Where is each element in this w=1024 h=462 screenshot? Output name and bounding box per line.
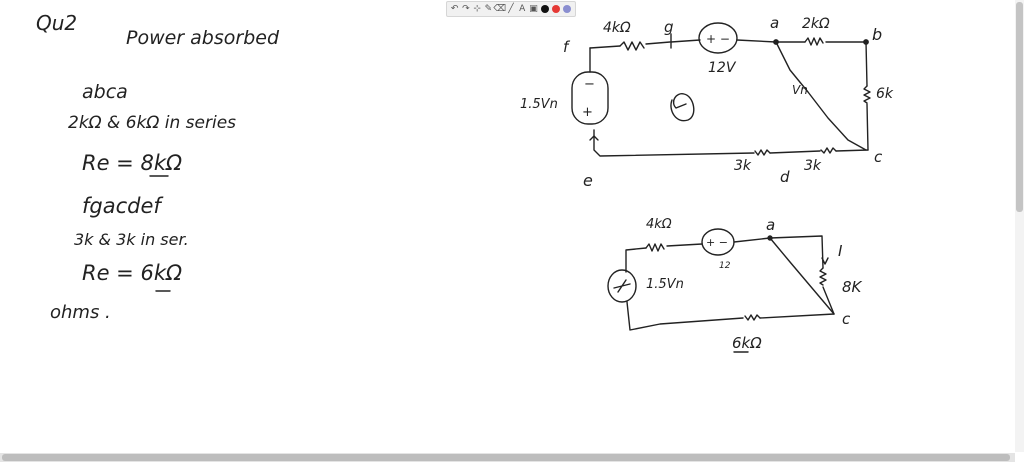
label-r-cd: 3k (804, 158, 822, 174)
circuit-2: 4kΩ + − 12 a I 8K c 1.5Vn 6kΩ (607, 216, 863, 353)
resistor-bc (863, 85, 871, 104)
resistor-bottom (744, 314, 761, 321)
wire-diagonal (775, 41, 867, 151)
label-current: I (838, 242, 843, 260)
notes-title: Power absorbed (126, 27, 280, 49)
label-node-c: c (874, 148, 883, 166)
notes-line-6: Re = 6kΩ (82, 261, 182, 285)
label-node-e: e (583, 171, 593, 190)
resistor-fg (619, 41, 645, 51)
label-node-d: d (780, 168, 790, 186)
label-r-right: 8K (842, 278, 863, 296)
notes-line-4: fgacdef (82, 194, 164, 218)
label-node-a2: a (766, 216, 775, 234)
label-r-fg: 4kΩ (603, 20, 631, 36)
circuit-1: 4kΩ g + − 12V a 2kΩ b f 1.5Vn − + 6k Vn … (520, 14, 894, 190)
loop-current-symbol (670, 93, 695, 122)
resistor-de (754, 149, 771, 156)
label-r-bc: 6k (876, 86, 894, 102)
vertical-scroll-thumb[interactable] (1016, 2, 1023, 212)
label-battery-sign: + − (706, 32, 730, 46)
label-source-value: 1.5Vn (520, 97, 558, 112)
label-r-diag: Vn (792, 83, 808, 97)
label-r-bottom: 6kΩ (732, 334, 762, 352)
label-source2-value: 1.5Vn (646, 277, 684, 292)
label-node-b: b (872, 25, 882, 44)
label-node-a: a (770, 14, 779, 32)
horizontal-scroll-thumb[interactable] (2, 454, 1010, 461)
vertical-scrollbar[interactable] (1015, 0, 1024, 452)
label-battery-12v: 12V (708, 60, 737, 76)
whiteboard-canvas[interactable]: Qu2 Power absorbed abca 2kΩ & 6kΩ in ser… (0, 0, 1024, 462)
label-source-minus: − (584, 77, 595, 92)
notes-heading: Qu2 (36, 11, 77, 35)
notes-line-7: ohms . (50, 302, 111, 323)
notes-line-3: Re = 8kΩ (82, 151, 182, 175)
label-battery2-sign: + − (706, 236, 728, 249)
label-source-plus: + (582, 105, 593, 120)
horizontal-scrollbar[interactable] (0, 453, 1015, 462)
resistor-right (819, 267, 827, 286)
label-r-top: 4kΩ (646, 217, 672, 232)
label-r-de: 3k (734, 158, 752, 174)
label-node-g: g (664, 18, 674, 36)
label-r-ab: 2kΩ (802, 16, 830, 32)
notes-line-2: 2kΩ & 6kΩ in series (68, 113, 236, 133)
resistor-cd (820, 147, 837, 154)
label-battery2-value: 12 (719, 261, 731, 271)
notes-line-1: abca (82, 81, 128, 103)
wire-diagonal-2 (769, 237, 835, 315)
label-node-c2: c (842, 310, 851, 328)
notes-line-5: 3k & 3k in ser. (74, 230, 189, 249)
resistor-ab (804, 37, 824, 46)
resistor-top (645, 243, 665, 252)
label-node-f: f (563, 38, 571, 56)
